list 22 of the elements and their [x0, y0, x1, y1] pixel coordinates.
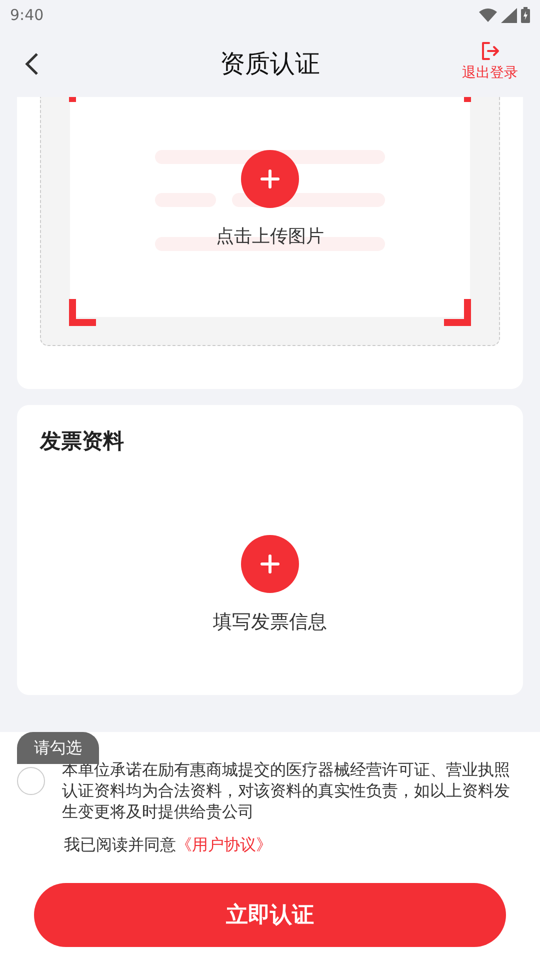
section-title: 发票资料 [40, 428, 124, 455]
logout-icon [480, 41, 500, 61]
add-invoice-label: 填写发票信息 [213, 610, 327, 635]
submit-button[interactable]: 立即认证 [34, 883, 506, 947]
plus-icon [259, 553, 281, 575]
user-agreement-link[interactable]: 《用户协议》 [176, 835, 272, 856]
page-title: 资质认证 [220, 48, 320, 80]
battery-icon [521, 7, 530, 23]
status-time: 9:40 [10, 6, 44, 24]
upload-label: 点击上传图片 [216, 225, 324, 248]
plus-icon [259, 168, 281, 190]
wifi-icon [479, 8, 497, 22]
signal-icon [501, 8, 517, 22]
tooltip: 请勾选 [17, 732, 99, 764]
upload-area[interactable]: 点击上传图片 [40, 97, 500, 346]
frame-corner [464, 97, 471, 102]
logout-button[interactable]: 退出登录 [462, 41, 518, 82]
frame-corner [69, 97, 76, 102]
frame-corner [444, 299, 471, 326]
frame-corner [69, 299, 96, 326]
agree-text: 我已阅读并同意 [64, 835, 176, 856]
agree-checkbox[interactable] [17, 767, 45, 795]
